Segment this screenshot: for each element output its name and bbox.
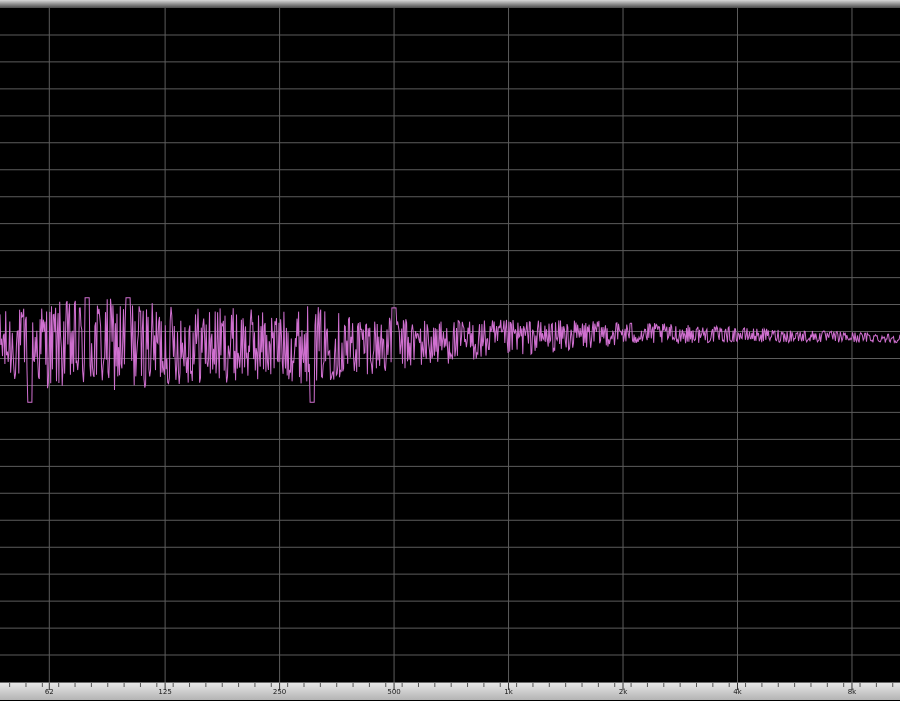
frequency-ruler: 62 125 250 500 1k 2k 4k 8k	[0, 682, 900, 700]
x-tick-label: 8k	[847, 688, 857, 696]
x-tick-label: 4k	[733, 688, 742, 696]
spectrum-trace	[0, 297, 900, 403]
spectrum-plot	[0, 8, 900, 682]
x-tick-label: 1k	[504, 688, 513, 696]
spectrum-analyzer: 62 125 250 500 1k 2k 4k 8k	[0, 0, 900, 700]
x-tick-label: 125	[158, 688, 172, 696]
ruler-ticks	[9, 683, 894, 690]
x-tick-label: 2k	[618, 688, 628, 696]
x-tick-label: 500	[387, 688, 401, 696]
x-tick-label: 250	[272, 688, 287, 696]
window-top-border	[0, 0, 900, 8]
x-tick-label: 62	[44, 688, 54, 696]
